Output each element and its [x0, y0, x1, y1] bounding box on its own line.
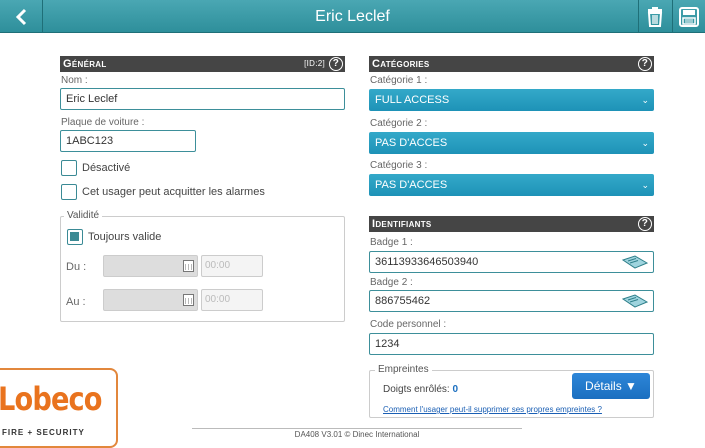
chevron-down-icon: ⌄	[641, 95, 649, 105]
category-1-label: Catégorie 1 :	[370, 75, 428, 86]
logo-wordmark: Lobeco	[0, 380, 102, 418]
help-icon[interactable]: ?	[638, 57, 652, 71]
acknowledge-alarms-label: Cet usager peut acquitter les alarmes	[82, 186, 265, 198]
from-time-input[interactable]: 00:00	[201, 255, 263, 277]
badge-1-label: Badge 1 :	[370, 237, 413, 248]
top-bar: Eric Leclef	[0, 0, 705, 33]
page-title: Eric Leclef	[315, 8, 390, 25]
category-3-label: Catégorie 3 :	[370, 160, 428, 171]
identifiers-heading: Identifiants	[372, 218, 432, 230]
self-delete-fingerprints-link[interactable]: Comment l'usager peut-il supprimer ses p…	[383, 405, 602, 414]
chevron-left-icon	[15, 8, 27, 25]
category-3-value: PAS D'ACCES	[375, 179, 448, 191]
save-icon	[679, 6, 699, 27]
disabled-label: Désactivé	[82, 162, 131, 174]
category-3-select[interactable]: PAS D'ACCES ⌄	[369, 174, 654, 196]
back-button[interactable]	[0, 0, 43, 33]
chevron-down-icon: ⌄	[641, 138, 649, 148]
always-valid-checkbox[interactable]	[67, 229, 83, 245]
general-section-header: Général [ID:2] ?	[60, 56, 345, 72]
validity-legend: Validité	[64, 210, 103, 221]
badge-2-value: 886755462	[375, 295, 431, 307]
personal-code-input[interactable]: 1234	[369, 333, 654, 355]
details-button[interactable]: Détails ▼	[572, 373, 650, 399]
trash-icon	[647, 6, 663, 27]
from-label: Du :	[66, 261, 87, 273]
help-icon[interactable]: ?	[638, 217, 652, 231]
name-input[interactable]: Eric Leclef	[60, 88, 345, 110]
fingers-enrolled-count: 0	[452, 384, 459, 395]
category-1-select[interactable]: FULL ACCESS ⌄	[369, 89, 654, 111]
lobeco-logo: Lobeco FIRE + SECURITY	[0, 368, 118, 448]
to-time-input[interactable]: 00:00	[201, 289, 263, 311]
badge-card-icon[interactable]	[621, 255, 649, 269]
to-label: Au :	[66, 296, 86, 308]
acknowledge-alarms-checkbox[interactable]	[61, 184, 77, 200]
identifiers-section-header: Identifiants ?	[369, 216, 654, 232]
category-2-label: Catégorie 2 :	[370, 118, 428, 129]
badge-2-input[interactable]: 886755462	[369, 290, 654, 312]
logo-tagline: FIRE + SECURITY	[2, 428, 85, 437]
fingerprints-legend: Empreintes	[375, 364, 432, 375]
save-button[interactable]	[672, 0, 705, 33]
badge-1-value: 36113933646503940	[375, 256, 479, 268]
categories-heading: Catégories	[372, 58, 430, 70]
to-date-input[interactable]	[103, 289, 198, 311]
always-valid-label: Toujours valide	[88, 231, 162, 243]
category-2-select[interactable]: PAS D'ACCES ⌄	[369, 132, 654, 154]
badge-1-input[interactable]: 36113933646503940	[369, 251, 654, 273]
disabled-checkbox[interactable]	[61, 160, 77, 176]
personal-code-label: Code personnel :	[370, 319, 447, 330]
category-1-value: FULL ACCESS	[375, 94, 450, 106]
categories-section-header: Catégories ?	[369, 56, 654, 72]
delete-button[interactable]	[638, 0, 671, 33]
calendar-icon[interactable]	[183, 294, 194, 306]
name-label: Nom :	[61, 75, 88, 86]
category-2-value: PAS D'ACCES	[375, 137, 448, 149]
badge-2-label: Badge 2 :	[370, 277, 413, 288]
fingers-enrolled: Doigts enrôlés: 0	[383, 384, 458, 395]
fingers-enrolled-label: Doigts enrôlés:	[383, 384, 450, 395]
badge-card-icon[interactable]	[621, 294, 649, 308]
chevron-down-icon: ⌄	[641, 180, 649, 190]
plate-input[interactable]: 1ABC123	[60, 130, 196, 152]
footer-text: DA408 V3.01 © Dinec International	[294, 430, 420, 439]
footer-divider	[192, 428, 522, 429]
help-icon[interactable]: ?	[329, 57, 343, 71]
user-id-tag: [ID:2]	[304, 59, 325, 68]
plate-label: Plaque de voiture :	[61, 117, 145, 128]
general-heading: Général	[63, 58, 107, 70]
from-date-input[interactable]	[103, 255, 198, 277]
calendar-icon[interactable]	[183, 260, 194, 272]
